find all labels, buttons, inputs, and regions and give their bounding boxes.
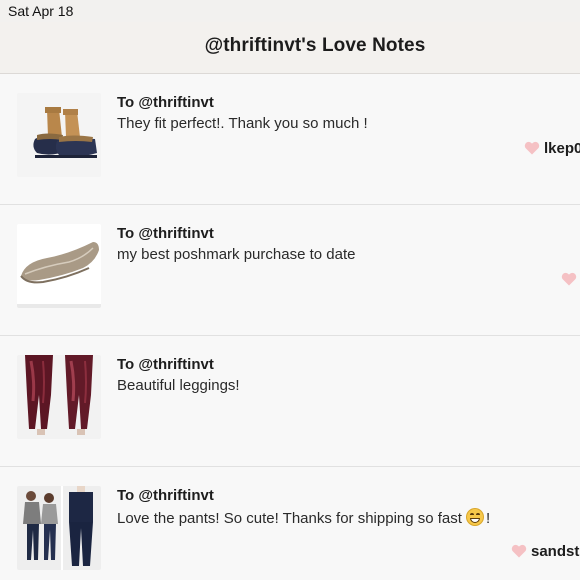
note-message-text: Love the pants! So cute! Thanks for ship… xyxy=(117,510,462,527)
heart-icon xyxy=(524,141,540,155)
heart-icon xyxy=(561,272,577,286)
grinning-face-emoji xyxy=(465,508,484,526)
love-note-item[interactable]: To @thriftinvt Beautiful leggings! xyxy=(0,336,580,467)
status-bar: Sat Apr 18 xyxy=(0,0,580,22)
pants-outfit-icon[interactable] xyxy=(17,486,101,570)
note-message: Love the pants! So cute! Thanks for ship… xyxy=(117,508,490,527)
love-note-item[interactable]: To @thriftinvt Love the pants! So cute! … xyxy=(0,467,580,580)
note-recipient: To @thriftinvt xyxy=(117,356,214,373)
note-author-name[interactable]: lkep0 xyxy=(544,140,580,157)
status-date: Sat Apr 18 xyxy=(8,3,74,19)
note-author-name[interactable]: sandst xyxy=(531,543,579,560)
boots-icon[interactable] xyxy=(17,93,101,177)
leggings-icon[interactable] xyxy=(17,355,101,439)
note-recipient: To @thriftinvt xyxy=(117,487,214,504)
love-note-item[interactable]: To @thriftinvt They fit perfect!. Thank … xyxy=(0,74,580,205)
note-message: They fit perfect!. Thank you so much ! xyxy=(117,115,368,132)
flats-icon[interactable] xyxy=(17,224,101,308)
note-author[interactable]: lkep0 xyxy=(524,140,580,160)
note-recipient: To @thriftinvt xyxy=(117,225,214,242)
love-notes-list: To @thriftinvt They fit perfect!. Thank … xyxy=(0,74,580,580)
note-author[interactable] xyxy=(561,271,580,291)
note-message: my best poshmark purchase to date xyxy=(117,246,356,263)
note-author[interactable]: sandst xyxy=(511,543,579,563)
love-note-item[interactable]: To @thriftinvt my best poshmark purchase… xyxy=(0,205,580,336)
page-title: @thriftinvt's Love Notes xyxy=(204,35,426,56)
note-message: Beautiful leggings! xyxy=(117,377,240,394)
note-recipient: To @thriftinvt xyxy=(117,94,214,111)
heart-icon xyxy=(511,544,527,558)
note-message-end: ! xyxy=(485,510,491,527)
header: @thriftinvt's Love Notes xyxy=(0,22,580,74)
